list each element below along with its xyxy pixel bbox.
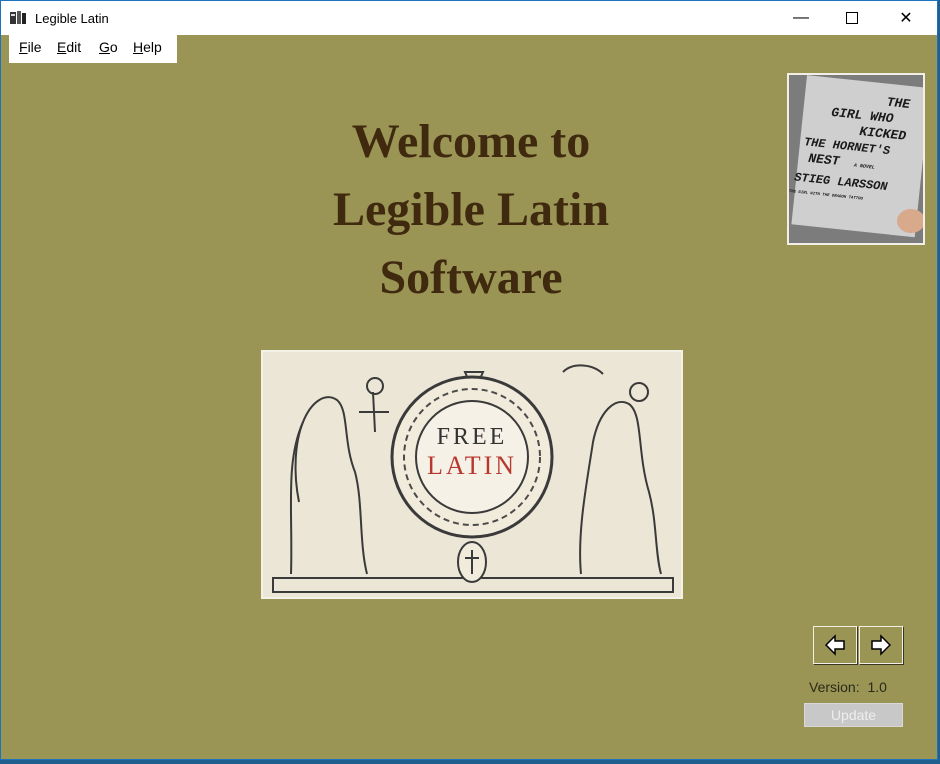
right-arrow-icon xyxy=(871,634,892,656)
menu-file[interactable]: File xyxy=(19,39,42,55)
close-button[interactable]: ✕ xyxy=(883,1,929,35)
app-icon xyxy=(9,10,27,26)
minimize-button[interactable]: — xyxy=(778,1,824,35)
emblem-free: FREE xyxy=(437,424,508,450)
update-button[interactable]: Update xyxy=(804,703,903,727)
menu-bar: File Edit Go Help xyxy=(9,35,177,63)
forward-button[interactable] xyxy=(859,626,903,664)
book-title-line-1: THE xyxy=(886,95,912,112)
title-bar: Legible Latin — ✕ xyxy=(1,1,937,35)
left-arrow-icon xyxy=(824,634,845,656)
welcome-line-1: Welcome to xyxy=(351,115,591,168)
menu-go[interactable]: Go xyxy=(99,39,118,55)
maximize-button[interactable] xyxy=(829,1,875,35)
maximize-icon xyxy=(846,12,858,24)
menu-help[interactable]: Help xyxy=(133,39,162,55)
back-button[interactable] xyxy=(813,626,857,664)
emblem-latin: LATIN xyxy=(427,451,517,480)
window-title: Legible Latin xyxy=(35,11,109,26)
welcome-line-2: Legible Latin xyxy=(332,183,610,236)
version-value: 1.0 xyxy=(867,679,887,695)
welcome-line-3: Software xyxy=(379,251,563,304)
main-window: Legible Latin — ✕ File Edit Go Help Welc… xyxy=(0,0,938,760)
free-latin-emblem: FREE LATIN xyxy=(261,350,683,599)
version-label: Version: xyxy=(809,679,860,695)
book-cover-image: THE GIRL WHO KICKED THE HORNET'S NEST A … xyxy=(787,73,925,245)
menu-edit[interactable]: Edit xyxy=(57,39,81,55)
version-info: Version: 1.0 xyxy=(809,679,887,695)
